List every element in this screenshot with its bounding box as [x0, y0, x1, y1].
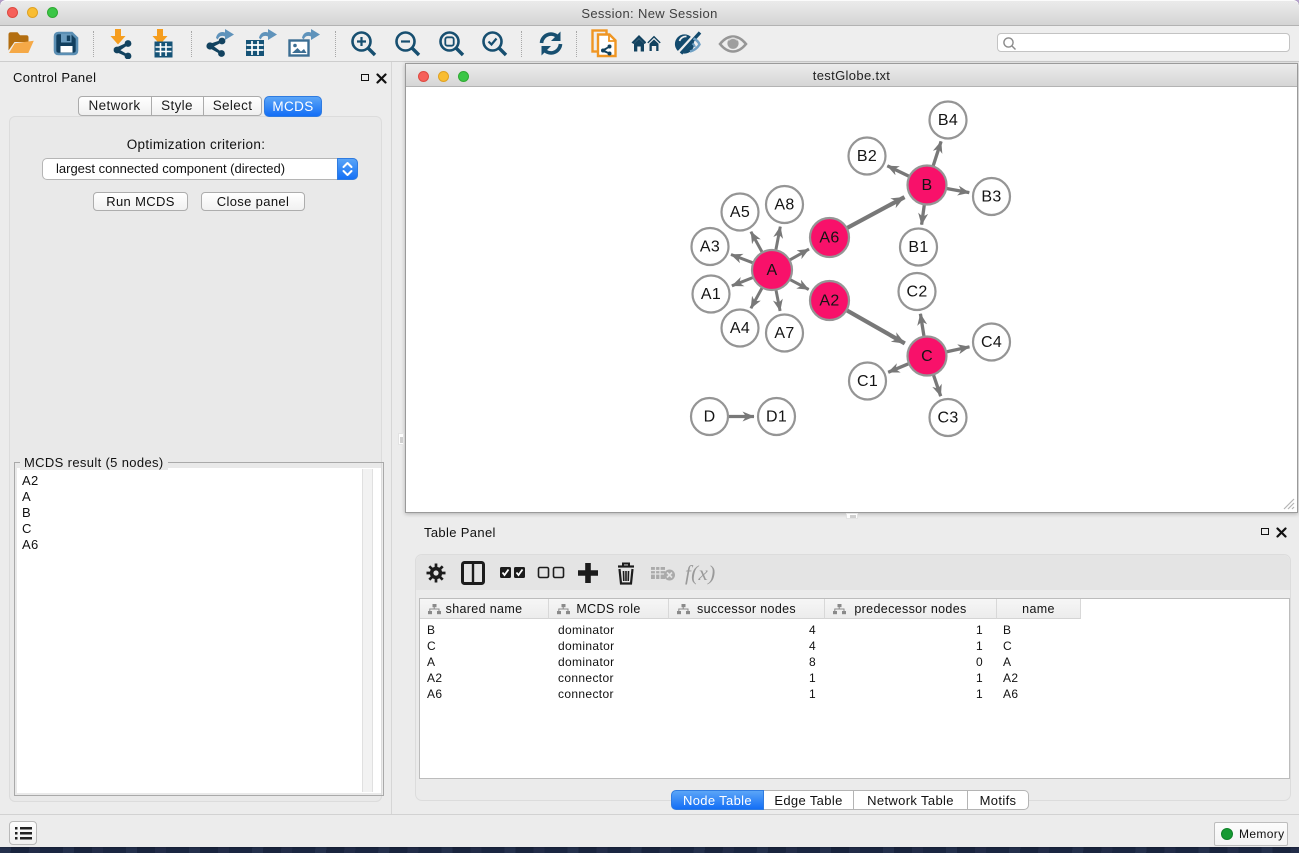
- svg-text:A1: A1: [701, 286, 721, 303]
- svg-text:B1: B1: [908, 239, 928, 256]
- svg-text:A: A: [767, 262, 778, 279]
- svg-text:A5: A5: [730, 204, 750, 221]
- svg-text:C: C: [921, 348, 933, 365]
- svg-text:C2: C2: [906, 284, 927, 301]
- svg-text:C3: C3: [937, 410, 958, 427]
- svg-text:A7: A7: [774, 325, 794, 342]
- svg-text:A3: A3: [700, 239, 720, 256]
- svg-text:D: D: [704, 409, 716, 426]
- svg-text:C1: C1: [857, 373, 878, 390]
- svg-text:A6: A6: [819, 230, 839, 247]
- svg-text:A4: A4: [730, 320, 750, 337]
- svg-text:D1: D1: [766, 409, 787, 426]
- svg-text:A8: A8: [774, 197, 794, 214]
- svg-text:B3: B3: [981, 189, 1001, 206]
- svg-text:B: B: [922, 177, 933, 194]
- svg-text:B4: B4: [938, 112, 958, 129]
- svg-text:A2: A2: [819, 293, 839, 310]
- svg-text:C4: C4: [981, 334, 1002, 351]
- svg-text:B2: B2: [857, 148, 877, 165]
